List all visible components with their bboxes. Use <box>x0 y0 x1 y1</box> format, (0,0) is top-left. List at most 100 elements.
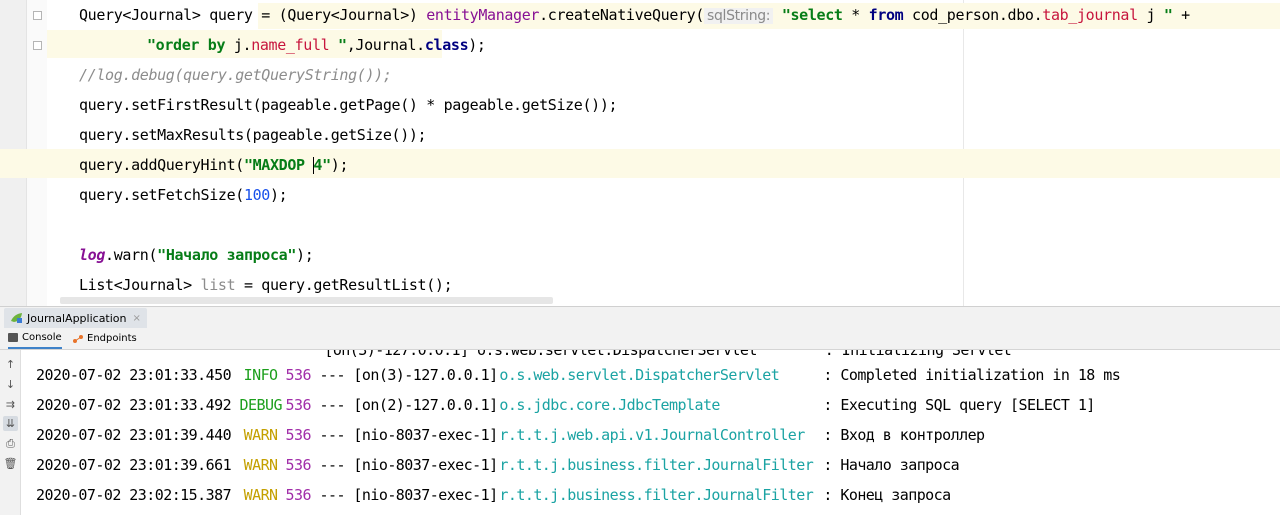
log-message: : Конец запроса <box>823 486 951 504</box>
fold-marker-icon[interactable] <box>33 41 42 50</box>
log-timestamp: 2020-07-02 23:01:33.450 <box>36 366 232 384</box>
code-token: j. <box>233 36 252 54</box>
console-line: 2020-07-02 23:01:33.492 DEBUG 536 --- [on… <box>36 390 1095 420</box>
scroll-down-icon[interactable]: ↓ <box>3 377 18 392</box>
run-subtabs: Console Endpoints <box>0 328 1280 350</box>
code-line[interactable]: log.warn("Начало запроса"); <box>79 240 314 270</box>
code-token: "order by <box>147 36 234 54</box>
code-token: List<Journal> <box>79 276 201 294</box>
code-line[interactable]: query.setMaxResults(pageable.getSize()); <box>79 120 427 150</box>
log-logger[interactable]: r.t.t.j.business.filter.JournalFilter <box>499 480 823 510</box>
log-separator: --- <box>311 426 354 444</box>
log-thread: [nio-8037-exec-1] <box>353 456 498 474</box>
code-token: "MAXDOP <box>243 156 314 174</box>
code-token: " <box>1163 6 1173 24</box>
spring-boot-icon <box>10 312 23 324</box>
code-line[interactable]: query.setFetchSize(100); <box>79 180 288 210</box>
log-separator: --- <box>311 486 354 504</box>
code-token: (Query<Journal>) <box>278 6 427 24</box>
tab-endpoints-label: Endpoints <box>87 333 137 344</box>
log-pid: 536 <box>285 396 312 414</box>
console-toolbar: ↑ ↓ ⇉ ⇊ ⎙ 🗑 <box>0 350 21 515</box>
code-token: name_full <box>251 36 330 54</box>
log-message: : Completed initialization in 18 ms <box>823 366 1121 384</box>
tab-console[interactable]: Console <box>8 328 62 349</box>
code-token: 4" <box>313 156 331 174</box>
endpoints-icon <box>72 334 84 344</box>
console-output[interactable]: [on(3)-127.0.0.1] o.s.web.servlet.Dispat… <box>21 350 1280 515</box>
log-logger[interactable]: r.t.t.j.web.api.v1.JournalController <box>499 420 823 450</box>
console-line: 2020-07-02 23:01:33.450 INFO 536 --- [on(… <box>36 360 1121 390</box>
soft-wrap-icon[interactable]: ⇉ <box>3 397 18 412</box>
code-editor[interactable]: Query<Journal> query = (Query<Journal>) … <box>0 0 1280 306</box>
log-logger[interactable]: o.s.web.servlet.DispatcherServlet <box>499 360 823 390</box>
code-token: cod_person.dbo. <box>912 6 1043 24</box>
code-token: .createNativeQuery( <box>539 6 705 24</box>
code-token: .warn( <box>105 246 158 264</box>
code-token: j <box>1137 6 1164 24</box>
clear-all-icon[interactable]: 🗑 <box>3 456 18 471</box>
code-token: " <box>329 36 347 54</box>
console-icon <box>8 333 18 342</box>
code-token: "Начало запроса" <box>157 246 297 264</box>
log-thread: [on(3)-127.0.0.1] <box>353 366 498 384</box>
log-separator: --- <box>311 396 354 414</box>
log-message: : Executing SQL query [SELECT 1] <box>823 396 1095 414</box>
log-separator: --- <box>311 366 354 384</box>
print-icon[interactable]: ⎙ <box>3 436 18 451</box>
code-token: list <box>200 276 236 294</box>
code-token: ,Journal. <box>346 36 425 54</box>
fold-marker-icon[interactable] <box>33 11 42 20</box>
tab-endpoints[interactable]: Endpoints <box>72 328 142 349</box>
log-thread: [on(2)-127.0.0.1] <box>353 396 498 414</box>
horizontal-scrollbar[interactable] <box>60 297 553 304</box>
parameter-hint: sqlString: <box>704 8 774 24</box>
log-message: : Вход в контроллер <box>823 426 985 444</box>
tab-console-label: Console <box>22 332 62 343</box>
log-logger[interactable]: o.s.jdbc.core.JdbcTemplate <box>499 390 823 420</box>
code-token: query.setFetchSize( <box>79 186 244 204</box>
log-thread: [nio-8037-exec-1] <box>353 426 498 444</box>
code-line[interactable]: List<Journal> list = query.getResultList… <box>79 270 453 300</box>
log-timestamp: 2020-07-02 23:01:39.440 <box>36 426 232 444</box>
run-tab-journal-application[interactable]: JournalApplication × <box>4 308 147 328</box>
log-level: INFO <box>243 366 278 384</box>
code-token: 100 <box>243 186 270 204</box>
code-token: ); <box>269 186 288 204</box>
log-logger[interactable]: r.t.t.j.business.filter.JournalFilter <box>499 450 823 480</box>
log-level: WARN <box>243 456 278 474</box>
log-pid: 536 <box>285 426 312 444</box>
code-line-comment[interactable]: //log.debug(query.getQueryString()); <box>79 60 392 90</box>
log-timestamp: 2020-07-02 23:02:15.387 <box>36 486 232 504</box>
log-message: : Начало запроса <box>823 456 960 474</box>
code-line[interactable]: query.addQueryHint("MAXDOP 4"); <box>79 150 348 180</box>
code-line[interactable]: query.setFirstResult(pageable.getPage() … <box>79 90 618 120</box>
code-line[interactable]: Query<Journal> query = (Query<Journal>) … <box>79 0 1190 30</box>
code-token: + <box>1172 6 1190 24</box>
log-pid: 536 <box>285 366 312 384</box>
log-timestamp: 2020-07-02 23:01:39.661 <box>36 456 232 474</box>
code-token: ); <box>330 156 349 174</box>
log-level: DEBUG <box>239 396 283 414</box>
console-line: 2020-07-02 23:01:39.440 WARN 536 --- [nio… <box>36 420 985 450</box>
log-thread: [nio-8037-exec-1] <box>353 486 498 504</box>
log-level: WARN <box>243 426 278 444</box>
log-level: WARN <box>243 486 278 504</box>
code-token: Query<Journal> query = <box>79 6 279 24</box>
log-separator: --- <box>311 456 354 474</box>
log-pid: 536 <box>285 456 312 474</box>
close-icon[interactable]: × <box>133 313 141 324</box>
console-line: 2020-07-02 23:01:39.661 WARN 536 --- [nio… <box>36 450 960 480</box>
code-token: = query.getResultList(); <box>235 276 453 294</box>
scroll-to-end-icon[interactable]: ⇊ <box>3 416 18 431</box>
code-token: ); <box>296 246 314 264</box>
code-token: entityManager <box>426 6 540 24</box>
scroll-up-icon[interactable]: ↑ <box>3 357 18 372</box>
code-token: "select <box>781 6 852 24</box>
code-token: query.addQueryHint( <box>79 156 244 174</box>
code-line[interactable]: "order by j.name_full ",Journal.class); <box>147 30 486 60</box>
